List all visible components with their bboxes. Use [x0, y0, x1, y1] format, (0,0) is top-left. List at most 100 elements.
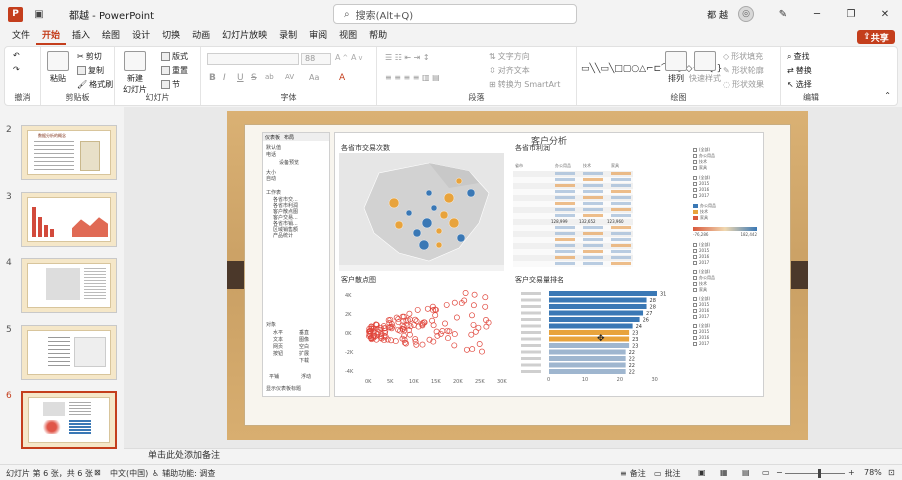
scatter-point[interactable]: [470, 321, 477, 328]
year-filter-checkbox[interactable]: 2015: [693, 302, 709, 307]
avatar[interactable]: ◎: [738, 6, 754, 22]
panel-item[interactable]: 自动: [266, 175, 276, 182]
slide-thumbnail-5[interactable]: [21, 325, 117, 380]
tab-7[interactable]: 幻灯片放映: [216, 28, 273, 45]
panel-item[interactable]: 下载: [299, 357, 309, 364]
panel-item[interactable]: 网页: [273, 343, 283, 350]
scatter-point[interactable]: [432, 312, 439, 319]
scatter-point[interactable]: [451, 331, 458, 338]
scatter-point[interactable]: [451, 299, 458, 306]
year-filter-checkbox[interactable]: 2015: [693, 181, 709, 186]
copy-button[interactable]: 复制: [77, 65, 104, 76]
accessibility-button[interactable]: ♿ 辅助功能: 调查: [152, 468, 215, 479]
ranking-bar[interactable]: [549, 343, 630, 348]
year-filter-checkbox[interactable]: 2017: [693, 341, 709, 346]
shape-fill-button[interactable]: ◇ 形状填充: [723, 51, 763, 62]
tab-6[interactable]: 动画: [186, 28, 216, 45]
panel-item[interactable]: 工作表: [266, 189, 281, 196]
pen-icon[interactable]: ✎: [766, 0, 800, 28]
close-icon[interactable]: ✕: [868, 0, 902, 28]
ranking-bar[interactable]: [549, 304, 647, 309]
slide-thumbnail-6[interactable]: [21, 391, 117, 449]
scatter-point[interactable]: [388, 337, 394, 344]
scatter-point[interactable]: [482, 294, 489, 301]
panel-item[interactable]: 平铺: [269, 373, 279, 380]
fit-slide-icon[interactable]: ⊡: [888, 468, 895, 477]
zoom-out-icon[interactable]: −: [776, 468, 783, 477]
map-marker[interactable]: [455, 177, 463, 185]
slide-thumbnail-3[interactable]: [21, 192, 117, 247]
panel-item[interactable]: 浮动: [301, 373, 311, 380]
shapes-gallery[interactable]: ▭╲╲▭╲□▢○△⌐⊏⌒▭▷◇☆⇒{ }: [581, 51, 722, 87]
ranking-bar[interactable]: [549, 349, 626, 355]
redo-icon[interactable]: ↷: [13, 65, 20, 74]
category-filter-checkbox[interactable]: 家具: [693, 287, 707, 293]
scatter-point[interactable]: [413, 318, 420, 325]
year-filter-checkbox[interactable]: 2016: [693, 308, 709, 313]
find-button[interactable]: ⌕ 查找: [787, 51, 809, 62]
year-filter-checkbox[interactable]: 2016: [693, 254, 709, 259]
font-size-select[interactable]: 88: [301, 53, 331, 65]
scatter-point[interactable]: [468, 331, 475, 338]
scatter-point[interactable]: [462, 290, 469, 296]
category-filter-checkbox[interactable]: 家具: [693, 165, 707, 171]
map-marker[interactable]: [405, 209, 413, 217]
tab-2[interactable]: 插入: [66, 28, 96, 45]
scatter-point[interactable]: [451, 342, 458, 349]
ranking-bar[interactable]: [549, 291, 657, 296]
tab-5[interactable]: 切换: [156, 28, 186, 45]
ranking-bar[interactable]: [549, 323, 633, 329]
zoom-level[interactable]: 78%: [864, 468, 882, 477]
map-marker[interactable]: [456, 233, 466, 243]
align-icons[interactable]: ≡ ≡ ≡ ≡ ▥ ▤: [385, 73, 440, 82]
slide-thumbnail-2[interactable]: 数据分析的概念: [21, 125, 117, 180]
cut-button[interactable]: ✂ 剪切: [77, 51, 102, 62]
tab-0[interactable]: 文件: [6, 28, 36, 45]
map-marker[interactable]: [394, 220, 404, 230]
scatter-point[interactable]: [392, 338, 399, 345]
map-marker[interactable]: [430, 204, 438, 212]
notes-button[interactable]: ≡ 备注: [620, 468, 646, 479]
year-filter-checkbox[interactable]: 2017: [693, 193, 709, 198]
panel-item[interactable]: 文本: [273, 336, 283, 343]
panel-item[interactable]: 按钮: [273, 350, 283, 357]
map-marker[interactable]: [439, 210, 449, 220]
ranking-bar[interactable]: [549, 356, 626, 361]
map-marker[interactable]: [412, 228, 422, 238]
language-indicator[interactable]: 中文(中国): [110, 468, 148, 479]
increase-font-icon[interactable]: A ^: [335, 53, 348, 62]
format-painter-button[interactable]: 🖌 格式刷: [77, 79, 113, 90]
underline-button[interactable]: U: [237, 73, 244, 83]
font-color-button[interactable]: A: [339, 73, 345, 83]
scatter-point[interactable]: [406, 310, 413, 317]
map-marker[interactable]: [443, 192, 455, 204]
scatter-point[interactable]: [411, 321, 417, 328]
tab-4[interactable]: 设计: [126, 28, 156, 45]
replace-button[interactable]: ⇄ 替换: [787, 65, 812, 76]
scatter-point[interactable]: [483, 323, 490, 330]
spellcheck-icon[interactable]: ⊠: [94, 468, 101, 477]
panel-item[interactable]: 显示仪表板标题: [266, 385, 301, 392]
shape-effects-button[interactable]: ◌ 形状效果: [723, 79, 764, 90]
share-button[interactable]: ⇪ 共享: [857, 30, 895, 44]
scatter-point[interactable]: [470, 302, 477, 309]
strikethrough-button[interactable]: S: [251, 73, 257, 83]
map-marker[interactable]: [421, 217, 433, 229]
undo-icon[interactable]: ↶: [13, 51, 20, 60]
new-slide-button[interactable]: 新建 幻灯片: [123, 51, 147, 95]
map-marker[interactable]: [418, 239, 430, 251]
panel-item[interactable]: 设备预览: [279, 159, 299, 166]
align-text-button[interactable]: ⇳ 对齐文本: [489, 65, 530, 76]
scatter-point[interactable]: [471, 291, 478, 298]
section-button[interactable]: 节: [161, 79, 180, 90]
current-slide[interactable]: 仪表板 布局 默认值 电话 设备预览 大小 自动 工作表 各省市交... 各省市利润 客户散点图…: [227, 111, 808, 440]
map-marker[interactable]: [425, 189, 433, 197]
spacing-button[interactable]: AV: [285, 73, 294, 81]
scatter-point[interactable]: [445, 335, 451, 342]
scatter-point[interactable]: [424, 305, 431, 312]
bold-button[interactable]: B: [209, 73, 216, 83]
panel-item[interactable]: 默认值: [266, 144, 281, 151]
user-name[interactable]: 都 越: [707, 8, 728, 21]
normal-view-icon[interactable]: ▣: [698, 468, 706, 477]
scatter-point[interactable]: [412, 316, 419, 323]
